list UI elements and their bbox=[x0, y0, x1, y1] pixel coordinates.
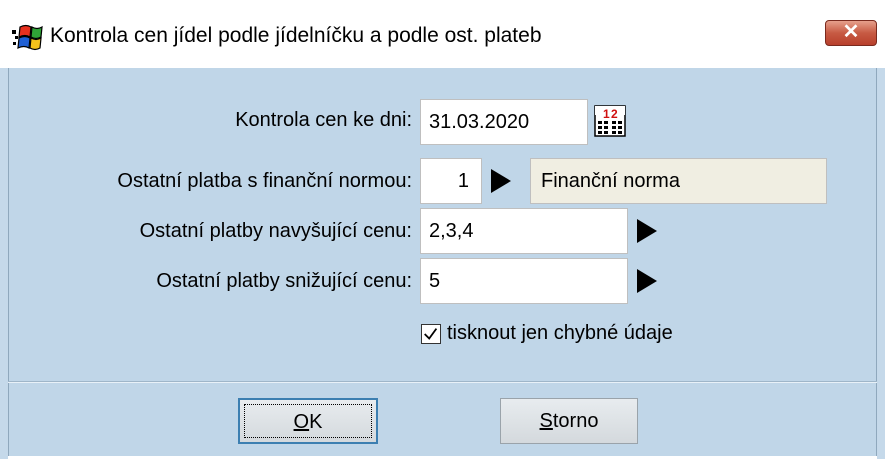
norm-name-field: Finanční norma bbox=[530, 158, 827, 204]
svg-text:2: 2 bbox=[611, 107, 618, 121]
only-errors-checkbox[interactable] bbox=[421, 324, 441, 344]
decrease-select-button[interactable] bbox=[632, 263, 662, 299]
norm-label: Ostatní platba s finanční normou: bbox=[117, 170, 412, 192]
play-arrow-icon bbox=[637, 219, 657, 243]
svg-text:1: 1 bbox=[603, 107, 610, 121]
increase-label: Ostatní platby navyšující cenu: bbox=[139, 220, 412, 242]
cancel-label-rest: torno bbox=[552, 410, 599, 432]
checkmark-icon bbox=[424, 328, 438, 340]
calendar-icon[interactable]: 1 2 bbox=[594, 105, 626, 137]
date-label: Kontrola cen ke dni: bbox=[235, 109, 412, 131]
norm-code-field[interactable]: 1 bbox=[420, 158, 482, 204]
decrease-label: Ostatní platby snižující cenu: bbox=[156, 270, 412, 292]
only-errors-label[interactable]: tisknout jen chybné údaje bbox=[447, 322, 673, 345]
increase-field[interactable]: 2,3,4 bbox=[420, 208, 628, 254]
norm-select-button[interactable] bbox=[486, 163, 516, 199]
play-arrow-icon bbox=[637, 269, 657, 293]
close-button[interactable]: ✕ bbox=[825, 20, 877, 46]
ok-button[interactable]: OK bbox=[238, 398, 378, 444]
window-title: Kontrola cen jídel podle jídelníčku a po… bbox=[50, 24, 542, 47]
window-frame-left bbox=[0, 68, 8, 459]
play-arrow-icon bbox=[491, 169, 511, 193]
cancel-mnemonic: S bbox=[539, 410, 553, 432]
focus-rectangle bbox=[244, 404, 372, 438]
cancel-button[interactable]: Storno bbox=[500, 398, 638, 444]
title-bar: Kontrola cen jídel podle jídelníčku a po… bbox=[0, 0, 885, 68]
close-icon: ✕ bbox=[842, 21, 860, 43]
windows-flag-icon bbox=[12, 24, 43, 51]
dialog-window: Kontrola cen jídel podle jídelníčku a po… bbox=[0, 0, 885, 459]
date-field[interactable]: 31.03.2020 bbox=[420, 99, 588, 145]
decrease-field[interactable]: 5 bbox=[420, 258, 628, 304]
separator bbox=[8, 381, 877, 383]
increase-select-button[interactable] bbox=[632, 213, 662, 249]
window-frame-right bbox=[877, 68, 885, 459]
